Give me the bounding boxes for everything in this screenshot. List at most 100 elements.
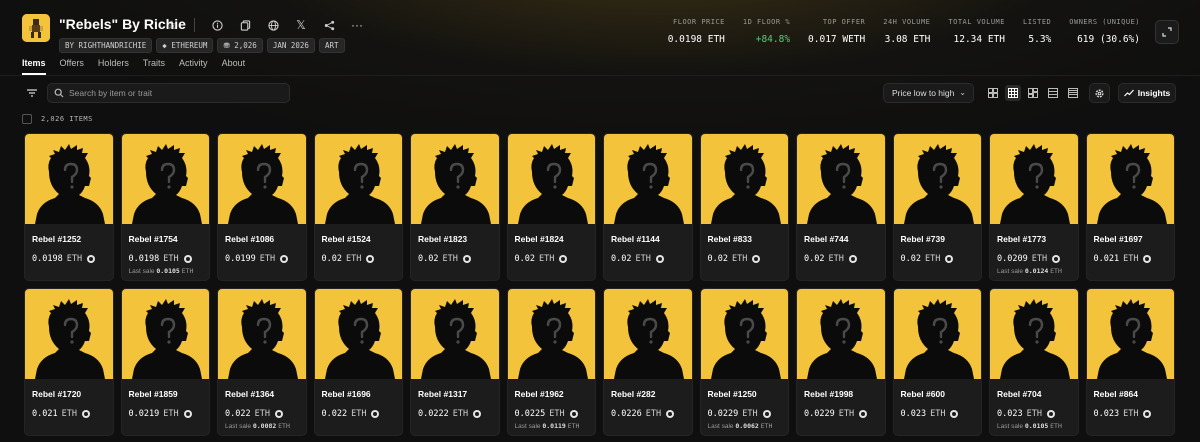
nft-card[interactable]: Rebel #1998 0.0229 ETH (796, 288, 886, 436)
silhouette-image (903, 144, 974, 224)
silhouette-image (421, 144, 491, 224)
tab-activity[interactable]: Activity (179, 58, 208, 75)
chip-supply-label: 2,026 (234, 41, 257, 50)
chip-creator[interactable]: BY RIGHTHANDRICHIE (59, 38, 153, 53)
nft-price: 0.023 ETH (1094, 409, 1152, 419)
nft-image (797, 289, 885, 379)
tab-items[interactable]: Items (22, 58, 46, 75)
grid-small-view-button[interactable] (1005, 85, 1021, 101)
last-sale-unit: ETH (760, 422, 773, 430)
table-view-button[interactable] (1065, 85, 1081, 101)
nft-card[interactable]: Rebel #1524 0.02 ETH (313, 133, 403, 281)
chip-category[interactable]: ART (318, 38, 345, 53)
nft-card[interactable]: Rebel #1696 0.022 ETH (313, 288, 403, 436)
last-sale-value: 0.0062 (735, 422, 759, 430)
nft-card[interactable]: Rebel #1962 0.0225 ETH Last sale 0.0119 ETH (506, 288, 596, 436)
filter-button[interactable] (22, 84, 42, 102)
marketplace-icon (752, 255, 761, 263)
items-count-row: 2,026 ITEMS (22, 114, 93, 124)
nft-card[interactable]: Rebel #833 0.02 ETH (699, 133, 789, 281)
nft-name: Rebel #1524 (321, 234, 371, 244)
star-icon[interactable]: ☆ (162, 15, 182, 35)
nft-price: 0.0198 ETH (129, 254, 192, 264)
silhouette-image (1000, 299, 1070, 379)
price-unit: ETH (1123, 254, 1139, 264)
divider (194, 18, 195, 32)
stat-1d-floor: 1D FLOOR % +84.8% (725, 18, 790, 45)
settings-button[interactable] (1089, 83, 1110, 103)
price-unit: ETH (345, 254, 362, 264)
insights-button[interactable]: Insights (1118, 83, 1176, 103)
silhouette-image (324, 144, 395, 224)
nft-card[interactable]: Rebel #1720 0.021 ETH (24, 288, 114, 436)
tab-offers[interactable]: Offers (60, 58, 84, 75)
price-value: 0.02 (900, 254, 921, 264)
marketplace-icon (655, 255, 664, 263)
nft-card[interactable]: Rebel #1144 0.02 ETH (603, 133, 693, 281)
price-unit: ETH (838, 409, 855, 419)
select-all-checkbox[interactable] (22, 114, 32, 124)
copy-icon[interactable] (235, 15, 255, 35)
nft-card[interactable]: Rebel #744 0.02 ETH (796, 133, 886, 281)
last-sale-value: 0.0119 (542, 422, 566, 430)
silhouette-image (1096, 299, 1167, 379)
nft-card[interactable]: Rebel #282 0.0226 ETH (603, 288, 693, 436)
silhouette-image (131, 144, 202, 224)
price-value: 0.0225 (514, 409, 546, 419)
silhouette-image (421, 299, 491, 379)
nft-card[interactable]: Rebel #1252 0.0198 ETH (24, 133, 114, 281)
share-icon[interactable] (319, 15, 339, 35)
nft-image (990, 134, 1078, 224)
price-value: 0.0229 (804, 409, 835, 419)
nft-card[interactable]: Rebel #1859 0.0219 ETH (120, 288, 210, 436)
price-value: 0.02 (514, 254, 535, 264)
silhouette-image (228, 299, 298, 379)
tab-holders[interactable]: Holders (98, 58, 129, 75)
tab-about[interactable]: About (222, 58, 246, 75)
grid-large-view-button[interactable] (985, 85, 1001, 101)
nft-card[interactable]: Rebel #1250 0.0229 ETH Last sale 0.0062 ETH (699, 288, 789, 436)
price-unit: ETH (163, 409, 179, 419)
search-input[interactable] (69, 88, 269, 98)
nft-name: Rebel #864 (1093, 389, 1138, 399)
info-icon[interactable] (207, 15, 227, 35)
nft-card[interactable]: Rebel #1364 0.022 ETH Last sale 0.0082 ETH (217, 288, 307, 436)
more-icon[interactable]: ··· (347, 15, 367, 35)
globe-icon[interactable] (263, 15, 283, 35)
marketplace-icon (950, 410, 959, 418)
nft-card[interactable]: Rebel #1697 0.021 ETH (1085, 133, 1175, 281)
gear-icon (1095, 88, 1104, 98)
nft-card[interactable]: Rebel #739 0.02 ETH (892, 133, 982, 281)
nft-card[interactable]: Rebel #1823 0.02 ETH (410, 133, 500, 281)
items-grid: Rebel #1252 0.0198 ETH Rebel #1754 0.0198 ETH… (24, 133, 1200, 436)
sort-dropdown[interactable]: Price low to high ⌄ (883, 83, 974, 103)
list-view-button[interactable] (1045, 85, 1061, 101)
nft-card[interactable]: Rebel #704 0.023 ETH Last sale 0.0105 ETH (989, 288, 1079, 436)
price-unit: ETH (1031, 254, 1048, 264)
x-twitter-icon[interactable]: 𝕏 (291, 15, 311, 35)
stat-value: 3.08 ETH (884, 34, 931, 45)
price-unit: ETH (163, 254, 179, 264)
marketplace-icon (1143, 255, 1152, 263)
nft-card[interactable]: Rebel #1317 0.0222 ETH (410, 288, 500, 436)
nft-card[interactable]: Rebel #600 0.023 ETH (892, 288, 982, 436)
nft-name: Rebel #1824 (514, 234, 564, 244)
stat-value: 12.34 ETH (953, 34, 1005, 45)
items-count: 2,026 ITEMS (41, 115, 93, 123)
stat-label: TOP OFFER (822, 18, 866, 26)
nft-card[interactable]: Rebel #1086 0.0199 ETH (217, 133, 307, 281)
nft-card[interactable]: Rebel #864 0.023 ETH (1085, 288, 1175, 436)
silhouette-image (807, 299, 877, 379)
nft-card[interactable]: Rebel #1824 0.02 ETH (506, 133, 596, 281)
expand-button[interactable] (1155, 20, 1179, 44)
tab-traits[interactable]: Traits (143, 58, 165, 75)
nft-card[interactable]: Rebel #1754 0.0198 ETH Last sale 0.0105 ETH (120, 133, 210, 281)
divider (0, 75, 1200, 76)
nft-card[interactable]: Rebel #1773 0.0209 ETH Last sale 0.0124 ETH (989, 133, 1079, 281)
mosaic-view-button[interactable] (1025, 85, 1041, 101)
collection-logo (22, 14, 50, 42)
price-value: 0.02 (707, 254, 728, 264)
nft-price: 0.02 ETH (418, 254, 471, 264)
silhouette-image (614, 144, 684, 224)
stat-value: 619 (30.6%) (1077, 34, 1140, 45)
